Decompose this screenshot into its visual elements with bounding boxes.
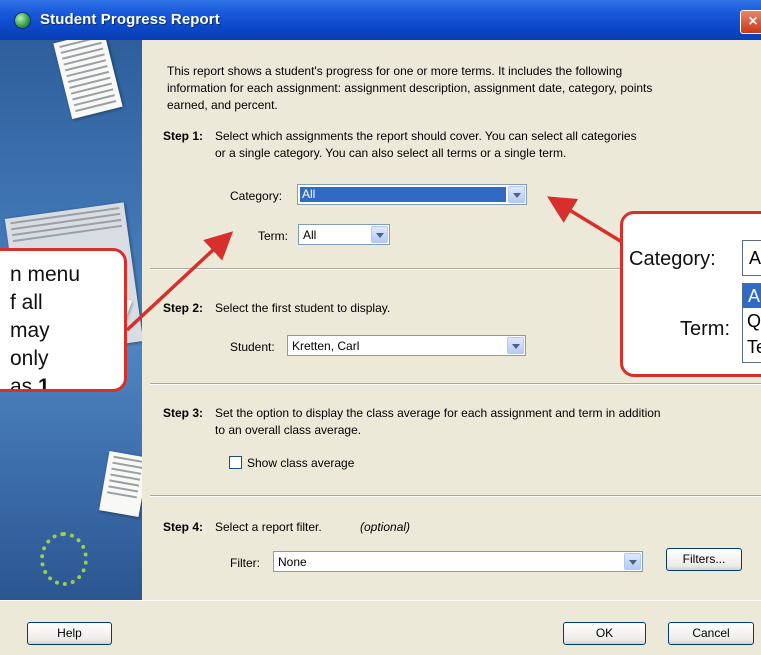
arrow-to-category-dropdown — [547, 196, 623, 244]
annotation-arrows — [125, 196, 623, 332]
arrow-to-term-dropdown — [125, 231, 234, 332]
